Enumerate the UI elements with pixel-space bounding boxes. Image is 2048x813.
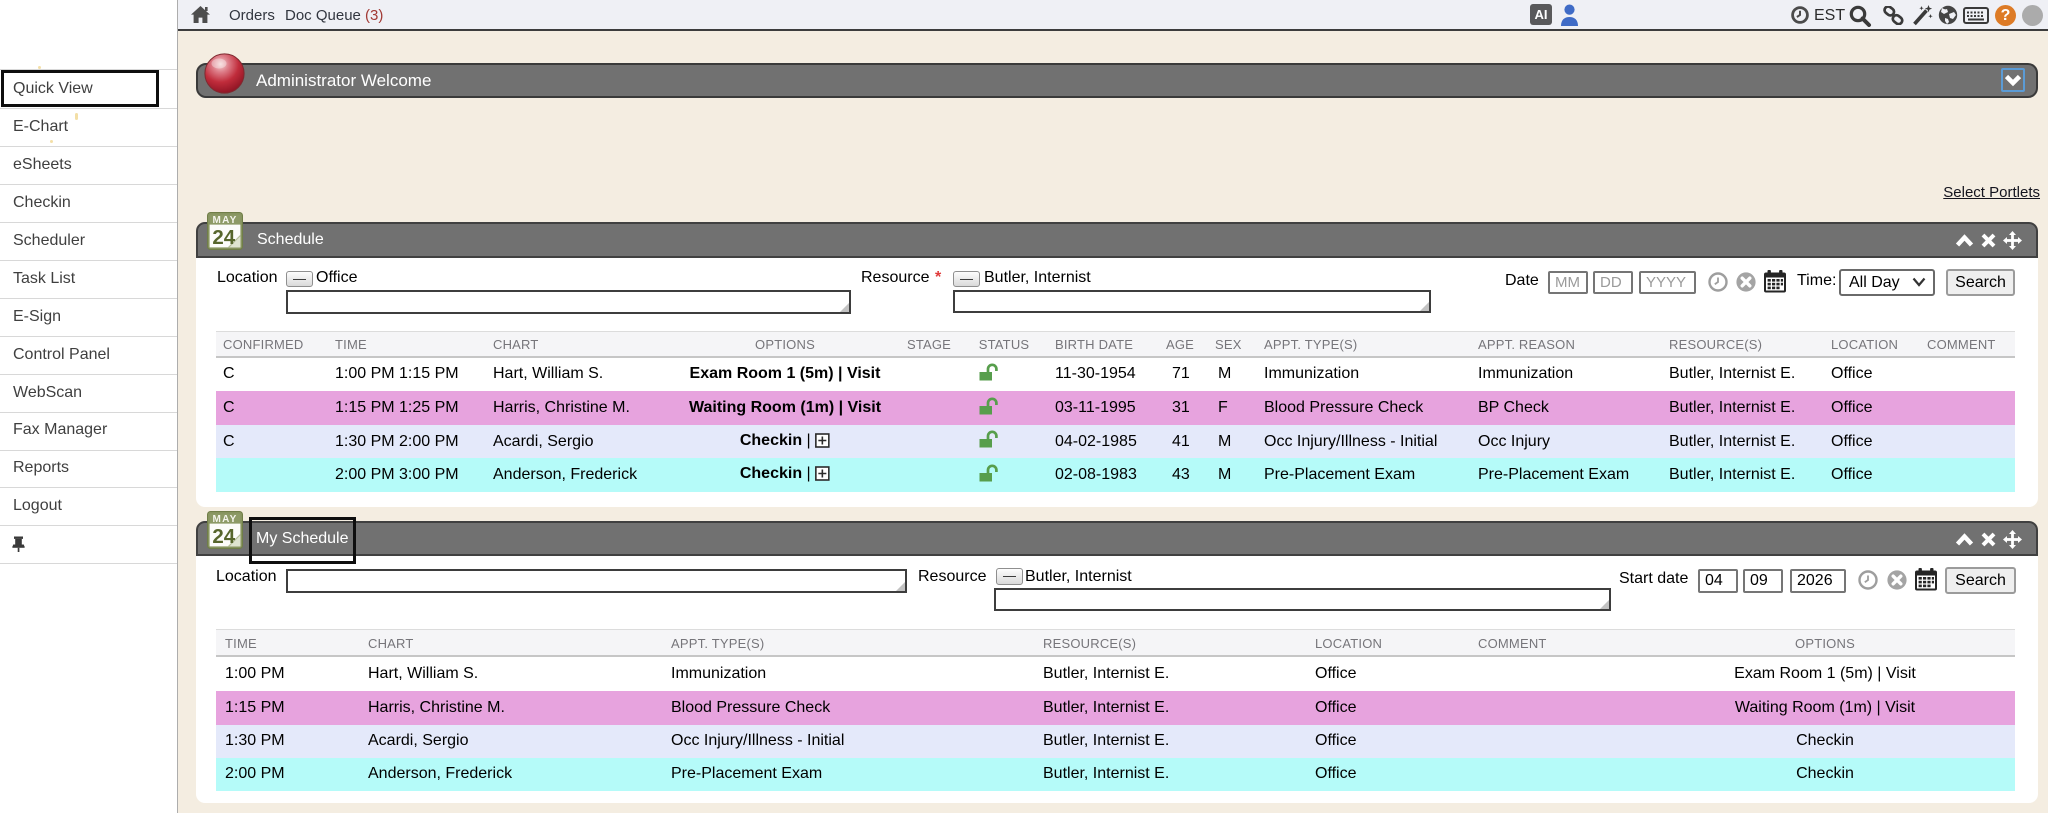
svg-text:MAY: MAY <box>213 215 238 226</box>
svg-text:24: 24 <box>212 525 235 548</box>
svg-text:24: 24 <box>212 226 235 249</box>
svg-text:MAY: MAY <box>213 514 238 525</box>
